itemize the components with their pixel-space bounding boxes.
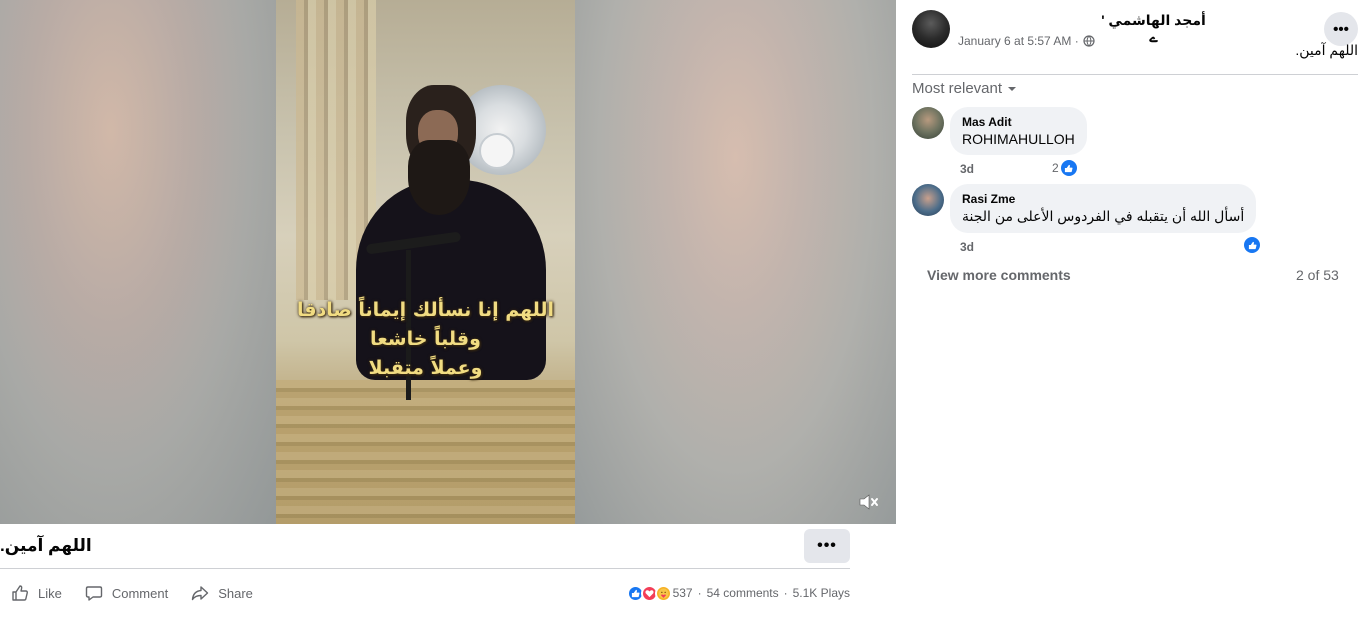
facebook-video-post: اللهم إنا نسألك إيماناً صادقا وقلباً خاش… — [0, 0, 1366, 618]
comment-item: Rasi Zme أسأل الله أن يتقبله في الفردوس … — [912, 184, 1257, 233]
thumbs-up-icon — [1060, 160, 1077, 176]
post-options-button[interactable]: ••• — [804, 529, 850, 563]
chevron-down-icon — [1008, 86, 1017, 91]
comment-bubble: Rasi Zme أسأل الله أن يتقبله في الفردوس … — [950, 184, 1257, 233]
globe-icon — [1083, 35, 1095, 47]
post-stats: 537 · 54 comments · 5.1K Plays — [620, 580, 850, 606]
like-button[interactable]: Like — [10, 583, 62, 603]
speaker-figure — [346, 80, 546, 400]
video-viewer[interactable]: اللهم إنا نسألك إيماناً صادقا وقلباً خاش… — [0, 0, 896, 524]
comment-item: Mas Adit ROHIMAHULLOH — [912, 107, 1087, 155]
comment-sort-dropdown[interactable]: Most relevant — [912, 80, 1018, 97]
video-caption: اللهم إنا نسألك إيماناً صادقا وقلباً خاش… — [276, 296, 575, 383]
speaker-muted-icon[interactable] — [858, 492, 880, 512]
reaction-count[interactable]: 537 — [673, 586, 693, 600]
share-button[interactable]: Share — [190, 583, 253, 603]
comment-reactions[interactable]: 2 — [1052, 160, 1077, 176]
comment-time[interactable]: 3d — [960, 240, 974, 254]
separator: · — [783, 586, 788, 600]
panel-post-text: اللهم آمين. — [1295, 42, 1358, 58]
author-name[interactable]: أمجد الهاشمي ' ے — [1096, 12, 1211, 46]
post-meta: January 6 at 5:57 AM · — [958, 34, 1095, 48]
separator: · — [697, 586, 702, 600]
commenter-avatar[interactable] — [912, 184, 944, 216]
share-arrow-icon — [190, 583, 210, 603]
decorative-inscription — [276, 380, 575, 524]
play-count: 5.1K Plays — [792, 586, 850, 600]
blurred-backdrop-left — [0, 0, 276, 524]
comment-reactions[interactable] — [1242, 237, 1260, 253]
comment-text: أسأل الله أن يتقبله في الفردوس الأعلى من… — [962, 208, 1245, 224]
divider — [0, 568, 850, 569]
author-avatar[interactable] — [912, 10, 950, 48]
divider — [912, 74, 1358, 75]
comment-bubble: Mas Adit ROHIMAHULLOH — [950, 107, 1087, 155]
thumbs-up-icon — [1244, 237, 1260, 253]
post-actions: Like Comment Share — [0, 578, 275, 608]
comment-time[interactable]: 3d — [960, 162, 974, 176]
caption-line: اللهم إنا نسألك إيماناً صادقا — [296, 299, 555, 321]
commenter-avatar[interactable] — [912, 107, 944, 139]
comment-label: Comment — [111, 585, 169, 601]
commenter-name[interactable]: Rasi Zme — [962, 192, 1244, 206]
post-timestamp[interactable]: January 6 at 5:57 AM · — [958, 34, 1079, 48]
like-label: Like — [38, 585, 62, 601]
commenter-name[interactable]: Mas Adit — [962, 115, 1075, 129]
comment-button[interactable]: Comment — [84, 583, 168, 603]
post-text-content: اللهم آمين. — [0, 536, 92, 555]
comments-panel: أمجد الهاشمي ' ے January 6 at 5:57 AM · … — [896, 0, 1366, 618]
blurred-backdrop-right — [575, 0, 896, 524]
caption-line: وقلباً خاشعا — [370, 328, 481, 350]
thumbs-up-icon — [10, 583, 30, 603]
video-frame[interactable]: اللهم إنا نسألك إيماناً صادقا وقلباً خاش… — [276, 0, 575, 524]
speech-bubble-icon — [84, 583, 104, 603]
sort-label: Most relevant — [912, 80, 1003, 97]
reaction-icons[interactable] — [626, 584, 672, 602]
post-text: اللهم آمين. — [0, 536, 120, 560]
comment-reaction-count: 2 — [1052, 161, 1059, 175]
share-label: Share — [218, 585, 253, 601]
care-reaction-icon — [654, 584, 672, 602]
view-more-comments-link[interactable]: View more comments — [927, 267, 1071, 283]
panel-options-button[interactable]: ••• — [1324, 12, 1358, 46]
comment-pagination-count: 2 of 53 — [1296, 267, 1339, 283]
comment-text: ROHIMAHULLOH — [962, 131, 1075, 147]
caption-line: وعملاً متقبلا — [368, 357, 483, 379]
figure-beard — [408, 140, 470, 215]
comment-count[interactable]: 54 comments — [707, 586, 779, 600]
